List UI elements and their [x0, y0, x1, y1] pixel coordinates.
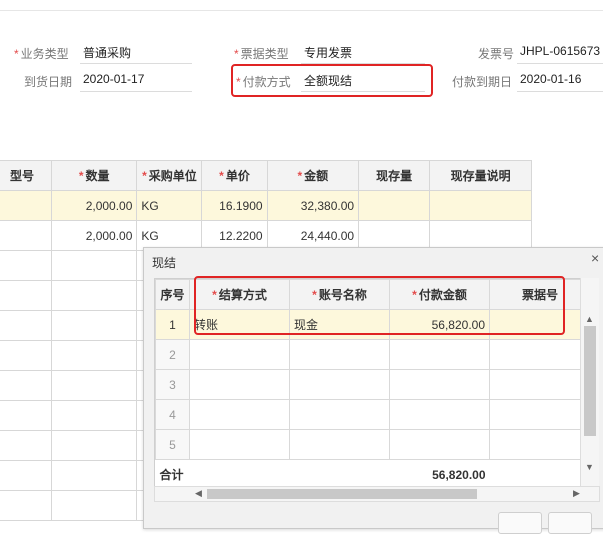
pay-due-field[interactable]: 2020-01-16: [517, 72, 603, 92]
row-number: 4: [155, 399, 190, 430]
col-header-price[interactable]: * 单价: [201, 160, 268, 191]
arrival-date-label: 到货日期: [24, 75, 73, 89]
cell-model[interactable]: [0, 190, 52, 221]
cell-quantity[interactable]: 2,000.00: [50, 190, 138, 221]
row-number: 5: [155, 429, 190, 460]
empty-cell[interactable]: [0, 280, 52, 311]
cell-pay-amount[interactable]: [389, 339, 490, 370]
vertical-scrollbar[interactable]: ▲ ▼: [580, 278, 599, 486]
col-header-model[interactable]: 型号: [0, 160, 52, 191]
cell-stock[interactable]: [358, 220, 431, 251]
cell-pay-amount[interactable]: [389, 429, 490, 460]
empty-cell[interactable]: [50, 400, 138, 431]
cell-settle-method[interactable]: [189, 339, 290, 370]
invoice-no-field[interactable]: JHPL-0615673: [517, 44, 603, 64]
dialog-button-cancel[interactable]: [548, 512, 592, 534]
empty-cell[interactable]: [50, 370, 138, 401]
cell-account-name[interactable]: [289, 429, 390, 460]
biz-type-label: * 业务类型: [14, 47, 69, 61]
dialog-button-confirm[interactable]: [498, 512, 542, 534]
empty-cell[interactable]: [0, 460, 52, 491]
invoice-no-label: 发票号: [478, 47, 515, 61]
cell-settle-method[interactable]: [189, 369, 290, 400]
arrival-date-field[interactable]: 2020-01-17: [80, 72, 192, 92]
row-number: 2: [155, 339, 190, 370]
table-row[interactable]: 5: [155, 429, 591, 460]
cell-stock[interactable]: [358, 190, 431, 221]
pay-due-label: 付款到期日: [452, 75, 513, 89]
total-label: 合计: [155, 459, 390, 487]
total-empty: [489, 459, 591, 487]
table-row[interactable]: 3: [155, 369, 591, 400]
col-header-stock-note[interactable]: 现存量说明: [429, 160, 532, 191]
table-row[interactable]: 2,000.00 KG 12.2200 24,440.00: [0, 220, 532, 251]
table-row[interactable]: 4: [155, 399, 591, 430]
table-row[interactable]: 2: [155, 339, 591, 370]
empty-cell[interactable]: [0, 310, 52, 341]
cell-pay-amount[interactable]: [389, 369, 490, 400]
empty-cell[interactable]: [0, 370, 52, 401]
empty-cell[interactable]: [50, 490, 138, 521]
empty-cell[interactable]: [0, 250, 52, 281]
top-toolbar: [0, 0, 603, 11]
cell-unit[interactable]: KG: [136, 190, 203, 221]
cell-amount[interactable]: 24,440.00: [266, 220, 360, 251]
row-number: 1: [155, 309, 190, 340]
cell-bill-no[interactable]: [489, 339, 591, 370]
bill-type-field[interactable]: 专用发票: [301, 44, 425, 64]
cell-amount[interactable]: 32,380.00: [266, 190, 360, 221]
cell-stock-note[interactable]: [429, 190, 532, 221]
col-header-unit[interactable]: * 采购单位: [136, 160, 203, 191]
cash-settlement-dialog: 现结 × 序号 * 结算方式 * 账号名称 * 付款金额 票据号 1 转账 现金 56…: [143, 247, 603, 534]
settlement-highlight: [194, 276, 565, 335]
bill-type-label: * 票据类型: [234, 47, 289, 61]
empty-cell[interactable]: [50, 460, 138, 491]
cell-settle-method[interactable]: [189, 429, 290, 460]
col-header-stock[interactable]: 现存量: [358, 160, 431, 191]
empty-cell[interactable]: [0, 400, 52, 431]
up-arrow-icon[interactable]: ▲: [585, 314, 594, 324]
pay-method-field[interactable]: 全额现结: [301, 72, 425, 92]
empty-cell[interactable]: [50, 310, 138, 341]
empty-cell[interactable]: [50, 280, 138, 311]
grid-header-row: 型号 * 数量 * 采购单位 * 单价 * 金额 现存量 现存量说明: [0, 160, 532, 191]
total-row: 合计 56,820.00: [155, 459, 591, 487]
col-header-quantity[interactable]: * 数量: [50, 160, 138, 191]
table-row[interactable]: 2,000.00 KG 16.1900 32,380.00: [0, 190, 532, 221]
col-header-amount[interactable]: * 金额: [266, 160, 360, 191]
cell-bill-no[interactable]: [489, 369, 591, 400]
cell-price[interactable]: 12.2200: [201, 220, 268, 251]
col-header-seq[interactable]: 序号: [155, 279, 190, 310]
cell-account-name[interactable]: [289, 399, 390, 430]
total-value: 56,820.00: [389, 459, 490, 487]
cell-model[interactable]: [0, 220, 52, 251]
empty-cell[interactable]: [0, 490, 52, 521]
empty-cell[interactable]: [0, 340, 52, 371]
empty-cell[interactable]: [50, 340, 138, 371]
cell-bill-no[interactable]: [489, 429, 591, 460]
cell-price[interactable]: 16.1900: [201, 190, 268, 221]
empty-cell[interactable]: [50, 430, 138, 461]
vertical-scroll-thumb[interactable]: [584, 326, 596, 436]
cell-quantity[interactable]: 2,000.00: [50, 220, 138, 251]
empty-cell[interactable]: [50, 250, 138, 281]
cell-bill-no[interactable]: [489, 399, 591, 430]
cell-unit[interactable]: KG: [136, 220, 203, 251]
down-arrow-icon[interactable]: ▼: [585, 462, 594, 472]
cell-pay-amount[interactable]: [389, 399, 490, 430]
close-icon[interactable]: ×: [591, 250, 599, 266]
right-arrow-icon[interactable]: ▶: [573, 488, 580, 499]
horizontal-scrollbar[interactable]: ◀ ▶: [154, 486, 600, 502]
empty-cell[interactable]: [0, 430, 52, 461]
dialog-title: 现结: [152, 256, 177, 270]
cell-stock-note[interactable]: [429, 220, 532, 251]
cell-account-name[interactable]: [289, 339, 390, 370]
row-number: 3: [155, 369, 190, 400]
biz-type-field[interactable]: 普通采购: [80, 44, 192, 64]
pay-method-label: * 付款方式: [236, 75, 291, 89]
horizontal-scroll-thumb[interactable]: [207, 489, 477, 499]
cell-settle-method[interactable]: [189, 399, 290, 430]
cell-account-name[interactable]: [289, 369, 390, 400]
left-arrow-icon[interactable]: ◀: [195, 488, 202, 499]
